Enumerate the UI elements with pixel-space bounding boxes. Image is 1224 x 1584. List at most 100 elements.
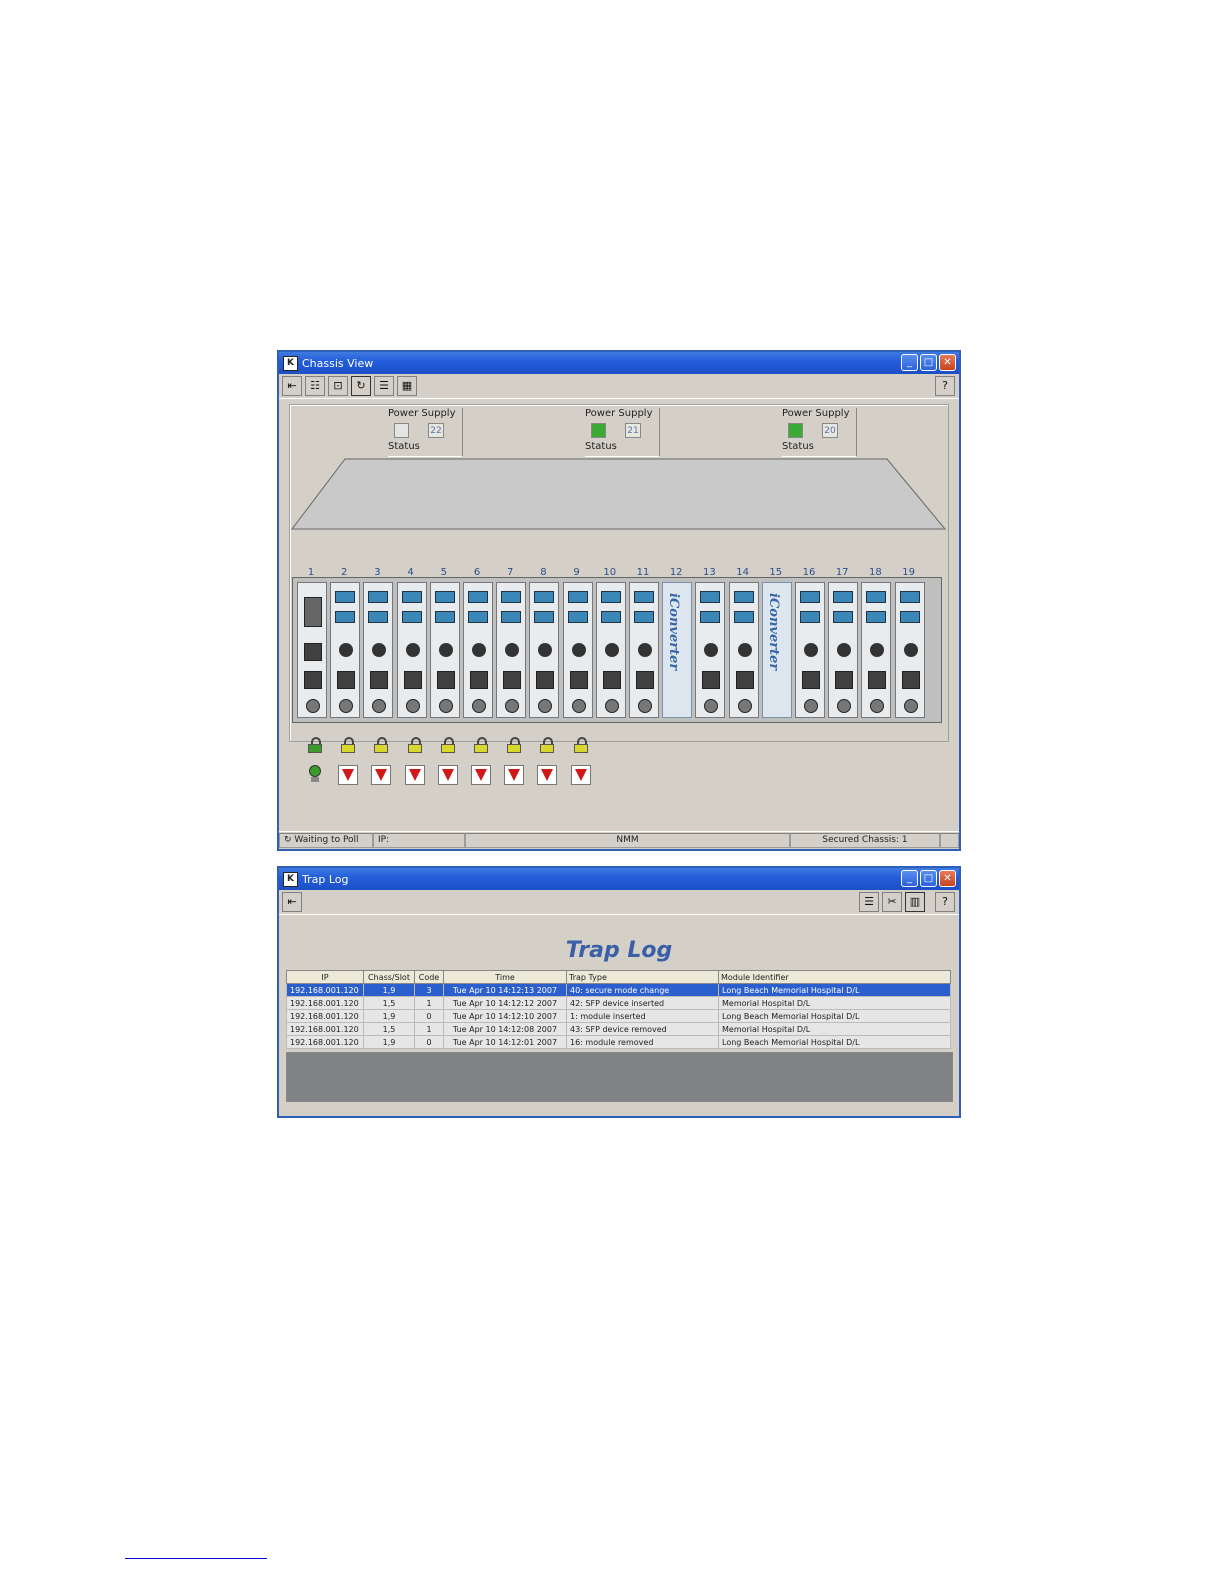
module-card-slot-8[interactable]	[529, 582, 560, 718]
list-icon[interactable]: ☰	[859, 892, 879, 912]
module-card-slot-9[interactable]	[562, 582, 593, 718]
module-card-slot-10[interactable]	[595, 582, 626, 718]
column-header-module-identifier[interactable]: Module Identifier	[718, 970, 951, 984]
eject-arrow-icon-slot-7[interactable]	[504, 765, 525, 785]
table-row[interactable]: 192.168.001.120 1,9 0 Tue Apr 10 14:12:1…	[286, 1009, 951, 1023]
minimize-button[interactable]: _	[901, 870, 918, 887]
ethernet-port	[370, 671, 389, 689]
help-button[interactable]: ?	[935, 376, 955, 396]
module-card-slot-13[interactable]	[695, 582, 726, 718]
module-card-slot-1[interactable]	[297, 582, 327, 718]
blank-panel-slot-15[interactable]: iConverter	[761, 582, 792, 718]
cell-ip: 192.168.001.120	[286, 1009, 364, 1023]
trap-log-table: IP Chass/Slot Code Time Trap Type Module…	[286, 970, 951, 1049]
ip-status: IP:	[373, 833, 465, 848]
refresh-icon[interactable]: ↻	[351, 376, 371, 396]
lock-icon-slot-8[interactable]	[540, 737, 555, 753]
column-header-chass-slot[interactable]: Chass/Slot	[363, 970, 415, 984]
column-header-ip[interactable]: IP	[286, 970, 364, 984]
delete-icon[interactable]: ▥	[905, 892, 925, 912]
fiber-port	[401, 591, 422, 603]
cell-time: Tue Apr 10 14:12:12 2007	[443, 996, 567, 1010]
module-card-slot-18[interactable]	[861, 582, 892, 718]
fiber-port	[800, 591, 820, 603]
column-header-code[interactable]: Code	[414, 970, 444, 984]
grid-icon[interactable]: ▦	[397, 376, 417, 396]
cell-trap-type: 43: SFP device removed	[566, 1022, 719, 1036]
fiber-port	[733, 611, 754, 623]
chassis-body: iConverter iConverter	[292, 577, 942, 723]
module-card-slot-11[interactable]	[629, 582, 659, 718]
table-row[interactable]: 192.168.001.120 1,9 3 Tue Apr 10 14:12:1…	[286, 983, 951, 997]
bnc-port	[837, 643, 852, 657]
column-header-trap-type[interactable]: Trap Type	[566, 970, 719, 984]
bnc-port	[804, 643, 818, 657]
lock-icon-slot-6[interactable]	[474, 737, 488, 753]
app-icon: K	[283, 871, 298, 887]
table-row[interactable]: 192.168.001.120 1,9 0 Tue Apr 10 14:12:0…	[286, 1035, 951, 1049]
module-card-slot-17[interactable]	[828, 582, 859, 718]
bnc-port	[870, 643, 885, 657]
help-button[interactable]: ?	[935, 892, 955, 912]
exit-icon[interactable]: ⇤	[282, 376, 302, 396]
module-card-slot-14[interactable]	[728, 582, 759, 718]
close-button[interactable]: ✕	[939, 354, 956, 371]
eject-arrow-icon-slot-5[interactable]	[437, 765, 458, 785]
table-row[interactable]: 192.168.001.120 1,5 1 Tue Apr 10 14:12:0…	[286, 1022, 951, 1036]
cell-chass-slot: 1,9	[363, 1009, 415, 1023]
bnc-port	[737, 643, 752, 657]
trap-log-heading: Trap Log	[565, 938, 673, 963]
blank-panel-slot-12[interactable]: iConverter	[662, 582, 693, 718]
close-button[interactable]: ✕	[939, 870, 956, 887]
trap-log-titlebar[interactable]: K Trap Log _ □ ✕	[279, 868, 959, 890]
module-card-slot-7[interactable]	[496, 582, 527, 718]
eject-arrow-icon-slot-3[interactable]	[371, 765, 392, 785]
ethernet-port	[702, 671, 721, 689]
fiber-port	[866, 611, 887, 623]
module-card-slot-19[interactable]	[894, 582, 925, 718]
eject-arrow-icon-slot-6[interactable]	[471, 765, 491, 785]
chassis-view-titlebar[interactable]: K Chassis View _ □ ✕	[279, 352, 959, 374]
lock-icon-slot-1[interactable]	[308, 737, 322, 753]
module-card-slot-16[interactable]	[795, 582, 825, 718]
module-card-slot-3[interactable]	[363, 582, 394, 718]
lock-icon-slot-2[interactable]	[341, 737, 356, 753]
eject-arrow-icon-slot-9[interactable]	[570, 765, 591, 785]
ethernet-port	[636, 671, 654, 689]
module-card-slot-4[interactable]	[396, 582, 427, 718]
fiber-port	[833, 591, 854, 603]
ethernet-port	[536, 671, 555, 689]
cell-time: Tue Apr 10 14:12:08 2007	[443, 1022, 567, 1036]
eject-arrow-icon-slot-8[interactable]	[537, 765, 558, 785]
fiber-port	[899, 591, 920, 603]
lock-icon-slot-3[interactable]	[374, 737, 389, 753]
lock-icon-slot-7[interactable]	[507, 737, 522, 753]
thumbscrew-icon	[903, 699, 918, 713]
cut-icon[interactable]: ✂	[882, 892, 902, 912]
bnc-port	[505, 643, 520, 657]
lock-icon-slot-5[interactable]	[440, 737, 455, 753]
maximize-button[interactable]: □	[920, 870, 937, 887]
cell-code: 0	[414, 1009, 444, 1023]
network-icon[interactable]: ☷	[305, 376, 325, 396]
maximize-button[interactable]: □	[920, 354, 937, 371]
module-card-slot-6[interactable]	[463, 582, 493, 718]
table-row[interactable]: 192.168.001.120 1,5 1 Tue Apr 10 14:12:1…	[286, 996, 951, 1010]
resize-grip[interactable]	[940, 833, 959, 848]
lock-icon-slot-4[interactable]	[407, 737, 422, 753]
thumbscrew-icon	[505, 699, 520, 713]
eject-arrow-icon-slot-4[interactable]	[404, 765, 425, 785]
window-title: Trap Log	[302, 872, 349, 886]
list-icon[interactable]: ☰	[374, 376, 394, 396]
exit-icon[interactable]: ⇤	[282, 892, 302, 912]
lock-icon[interactable]: ⊡	[328, 376, 348, 396]
lock-icon-slot-9[interactable]	[573, 737, 588, 753]
minimize-button[interactable]: _	[901, 354, 918, 371]
eject-arrow-icon-slot-2[interactable]	[338, 765, 359, 785]
module-card-slot-2[interactable]	[330, 582, 361, 718]
fiber-port	[434, 591, 455, 603]
trap-log-empty-area	[286, 1052, 953, 1102]
trap-log-window: K Trap Log _ □ ✕ ⇤ ☰ ✂ ▥ ? Trap Log IP C…	[277, 866, 961, 1118]
column-header-time[interactable]: Time	[443, 970, 567, 984]
module-card-slot-5[interactable]	[429, 582, 460, 718]
